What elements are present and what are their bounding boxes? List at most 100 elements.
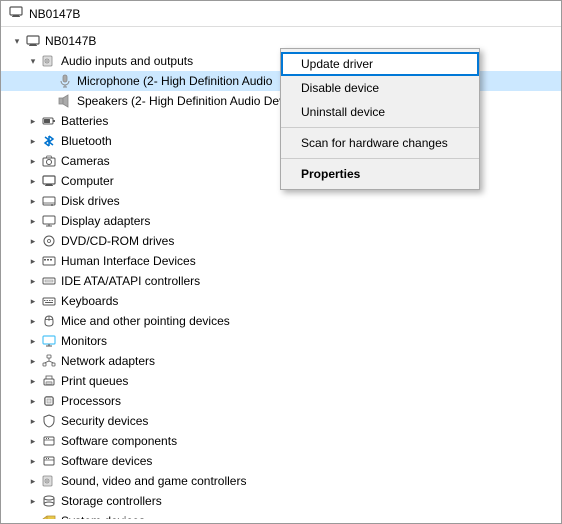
item-icon-print [41, 373, 57, 389]
expand-icon-mice[interactable]: ▸ [25, 313, 41, 329]
title-bar: NB0147B [1, 1, 561, 27]
tree-item-storage[interactable]: ▸Storage controllers [1, 491, 561, 511]
chevron-right-icon: ▸ [31, 276, 36, 287]
tree-item-sysdevices[interactable]: ▸ System devices [1, 511, 561, 519]
tree-item-dvd[interactable]: ▸ DVD/CD-ROM drives [1, 231, 561, 251]
item-icon-processors [41, 393, 57, 409]
expand-icon-keyboards[interactable]: ▸ [25, 293, 41, 309]
expand-icon-network[interactable]: ▸ [25, 353, 41, 369]
computer-title-icon [9, 5, 23, 22]
chevron-right-icon: ▸ [31, 396, 36, 407]
context-menu-item-disable[interactable]: Disable device [281, 76, 479, 100]
tree-item-security[interactable]: ▸ Security devices [1, 411, 561, 431]
item-icon-audio [41, 53, 57, 69]
chevron-right-icon: ▸ [31, 156, 36, 167]
item-label-bluetooth: Bluetooth [61, 134, 112, 148]
expand-icon-processors[interactable]: ▸ [25, 393, 41, 409]
item-icon-monitors [41, 333, 57, 349]
item-label-keyboards: Keyboards [61, 294, 118, 308]
expand-icon-swdevices[interactable]: ▸ [25, 453, 41, 469]
expand-icon-sound[interactable]: ▸ [25, 473, 41, 489]
item-label-disk: Disk drives [61, 194, 120, 208]
expand-icon-monitors[interactable]: ▸ [25, 333, 41, 349]
chevron-right-icon: ▸ [31, 436, 36, 447]
chevron-right-icon: ▸ [31, 336, 36, 347]
item-icon-mic [57, 73, 73, 89]
expand-icon-swcomponents[interactable]: ▸ [25, 433, 41, 449]
item-label-print: Print queues [61, 374, 128, 388]
item-label-sound: Sound, video and game controllers [61, 474, 246, 488]
item-icon-root [25, 33, 41, 49]
item-icon-hid [41, 253, 57, 269]
expand-icon-storage[interactable]: ▸ [25, 493, 41, 509]
item-label-speakers: Speakers (2- High Definition Audio Dev..… [77, 94, 294, 108]
context-menu-item-uninstall[interactable]: Uninstall device [281, 100, 479, 124]
item-label-audio: Audio inputs and outputs [61, 54, 193, 68]
item-icon-mice [41, 313, 57, 329]
expand-icon-ide[interactable]: ▸ [25, 273, 41, 289]
expand-icon-print[interactable]: ▸ [25, 373, 41, 389]
tree-item-disk[interactable]: ▸ Disk drives [1, 191, 561, 211]
expand-icon-bluetooth[interactable]: ▸ [25, 133, 41, 149]
tree-item-sound[interactable]: ▸ Sound, video and game controllers [1, 471, 561, 491]
item-icon-disk [41, 193, 57, 209]
item-label-dvd: DVD/CD-ROM drives [61, 234, 174, 248]
item-label-monitors: Monitors [61, 334, 107, 348]
expand-icon-dvd[interactable]: ▸ [25, 233, 41, 249]
item-icon-storage [41, 493, 57, 509]
tree-item-swcomponents[interactable]: ▸Software components [1, 431, 561, 451]
chevron-right-icon: ▸ [31, 256, 36, 267]
expand-icon-batteries[interactable]: ▸ [25, 113, 41, 129]
item-label-security: Security devices [61, 414, 148, 428]
item-icon-security [41, 413, 57, 429]
chevron-right-icon: ▸ [31, 496, 36, 507]
expand-icon-computer[interactable]: ▸ [25, 173, 41, 189]
expand-icon-hid[interactable]: ▸ [25, 253, 41, 269]
item-icon-speakers [57, 93, 73, 109]
chevron-down-icon: ▾ [31, 56, 36, 67]
chevron-right-icon: ▸ [31, 456, 36, 467]
expand-icon-display[interactable]: ▸ [25, 213, 41, 229]
chevron-right-icon: ▸ [31, 176, 36, 187]
chevron-right-icon: ▸ [31, 516, 36, 520]
tree-item-processors[interactable]: ▸ Processors [1, 391, 561, 411]
tree-item-ide[interactable]: ▸IDE ATA/ATAPI controllers [1, 271, 561, 291]
item-icon-swdevices [41, 453, 57, 469]
tree-item-monitors[interactable]: ▸ Monitors [1, 331, 561, 351]
item-label-processors: Processors [61, 394, 121, 408]
tree-item-keyboards[interactable]: ▸ Keyboards [1, 291, 561, 311]
tree-item-hid[interactable]: ▸Human Interface Devices [1, 251, 561, 271]
expand-icon-audio[interactable]: ▾ [25, 53, 41, 69]
expand-icon-cameras[interactable]: ▸ [25, 153, 41, 169]
expand-icon-root[interactable]: ▾ [9, 33, 25, 49]
item-icon-swcomponents [41, 433, 57, 449]
expand-icon-sysdevices[interactable]: ▸ [25, 513, 41, 519]
expand-icon-disk[interactable]: ▸ [25, 193, 41, 209]
context-menu-item-properties[interactable]: Properties [281, 162, 479, 186]
expand-icon-security[interactable]: ▸ [25, 413, 41, 429]
item-label-batteries: Batteries [61, 114, 108, 128]
tree-item-swdevices[interactable]: ▸Software devices [1, 451, 561, 471]
chevron-right-icon: ▸ [31, 236, 36, 247]
item-label-sysdevices: System devices [61, 514, 145, 519]
item-label-network: Network adapters [61, 354, 155, 368]
tree-item-print[interactable]: ▸ Print queues [1, 371, 561, 391]
chevron-down-icon: ▾ [15, 36, 20, 47]
tree-item-display[interactable]: ▸ Display adapters [1, 211, 561, 231]
chevron-right-icon: ▸ [31, 376, 36, 387]
context-menu-item-scan[interactable]: Scan for hardware changes [281, 131, 479, 155]
window-title: NB0147B [29, 7, 80, 21]
item-label-display: Display adapters [61, 214, 150, 228]
tree-item-network[interactable]: ▸ Network adapters [1, 351, 561, 371]
item-icon-bluetooth [41, 133, 57, 149]
context-menu-item-update[interactable]: Update driver [281, 52, 479, 76]
chevron-right-icon: ▸ [31, 316, 36, 327]
item-label-cameras: Cameras [61, 154, 110, 168]
chevron-right-icon: ▸ [31, 356, 36, 367]
context-menu-separator [281, 158, 479, 159]
item-icon-dvd [41, 233, 57, 249]
item-icon-computer [41, 173, 57, 189]
chevron-right-icon: ▸ [31, 136, 36, 147]
item-label-computer: Computer [61, 174, 114, 188]
tree-item-mice[interactable]: ▸Mice and other pointing devices [1, 311, 561, 331]
